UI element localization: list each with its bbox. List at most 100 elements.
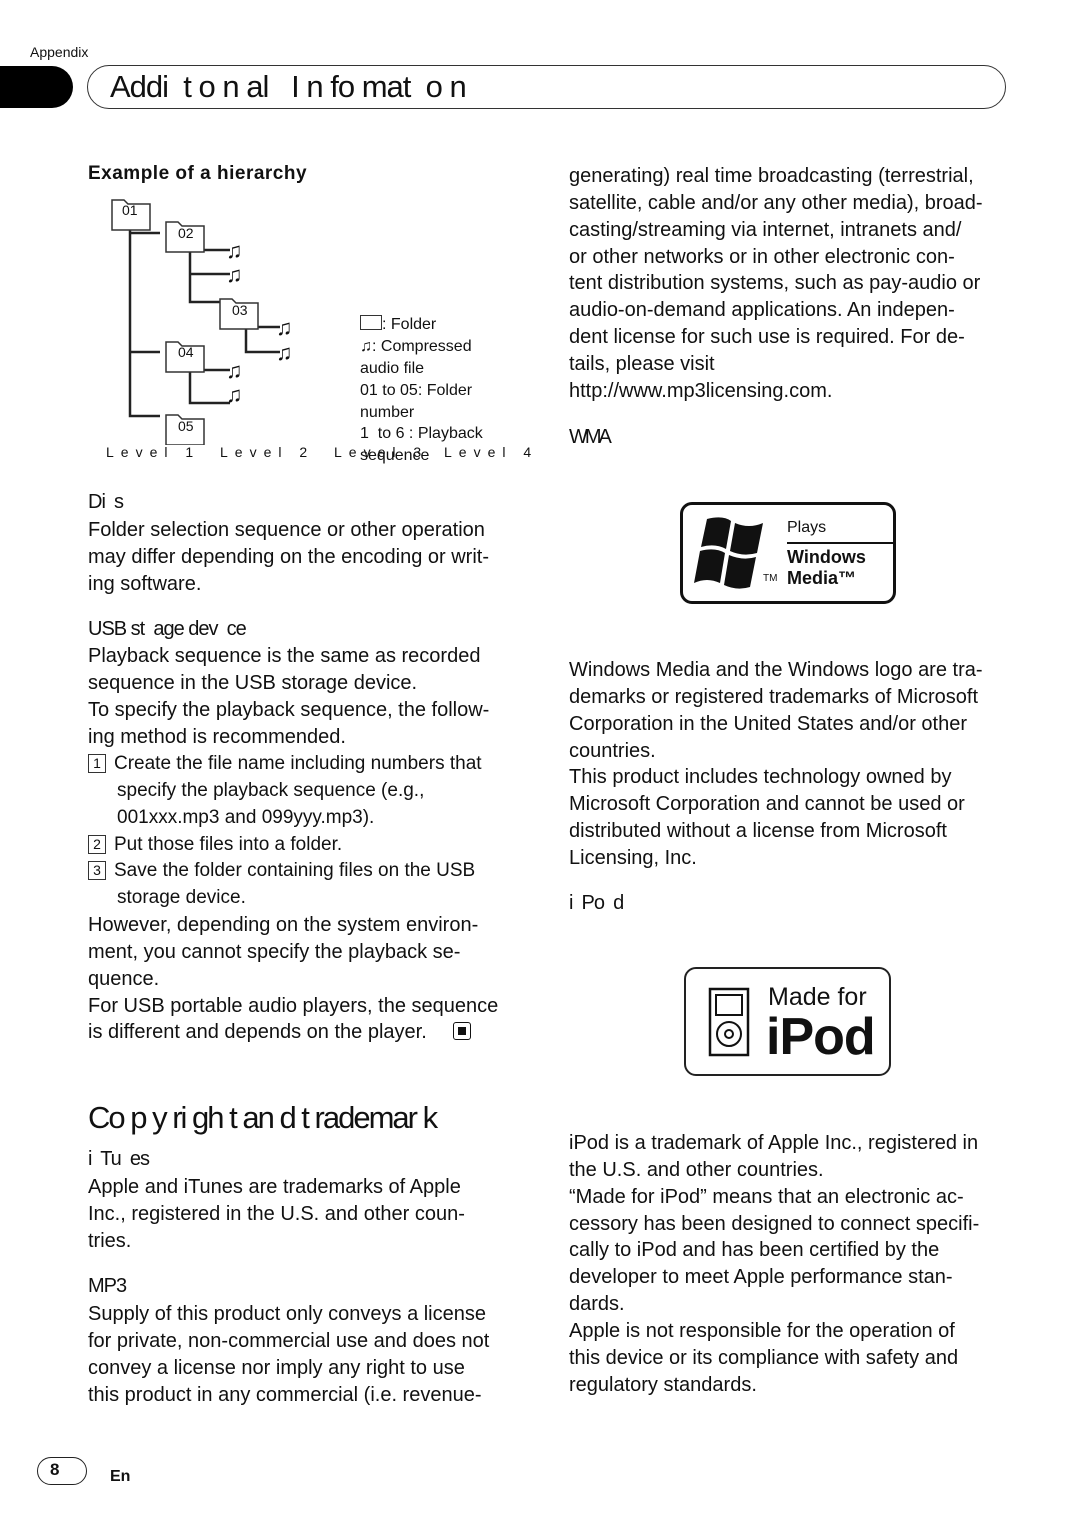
windows-flag-icon bbox=[694, 517, 763, 589]
text-line: cally to iPod and has been certified by … bbox=[569, 1239, 940, 1262]
folder-label-05: 05 bbox=[178, 418, 194, 434]
list-item: 3 Save the folder containing files on the… bbox=[88, 857, 475, 884]
legend-folder-text: : Folder bbox=[382, 316, 437, 333]
legend-numbers-2: number bbox=[360, 404, 415, 421]
text-line: distributed without a license from Micro… bbox=[569, 820, 947, 843]
text-line: satellite, cable and/or any other media)… bbox=[569, 191, 983, 214]
end-of-section-icon bbox=[453, 1022, 471, 1040]
folder-label-04: 04 bbox=[178, 344, 194, 360]
list-item: specify the playback sequence (e.g., bbox=[117, 779, 425, 801]
text-line: this product in any commercial (i.e. rev… bbox=[88, 1383, 482, 1406]
text-line: tent distribution systems, such as pay-a… bbox=[569, 272, 981, 295]
text-line: dent license for such use is required. F… bbox=[569, 326, 965, 349]
music-note-icon: ♫ bbox=[276, 340, 293, 365]
legend-audio-text: : Compressed bbox=[372, 338, 472, 355]
folder-icon bbox=[360, 315, 382, 330]
text-line: ing method is recommended. bbox=[88, 725, 346, 748]
text-line: or other networks or in other electronic… bbox=[569, 245, 955, 268]
text-line: For USB portable audio players, the sequ… bbox=[88, 994, 499, 1017]
level-label-1: Level 1 bbox=[106, 444, 201, 460]
text-line: To specify the playback sequence, the fo… bbox=[88, 698, 490, 721]
text-line: tails, please visit bbox=[569, 352, 715, 375]
logo-divider bbox=[787, 542, 893, 544]
text-line: regulatory standards. bbox=[569, 1373, 757, 1396]
text-line: this device or its compliance with safet… bbox=[569, 1346, 959, 1369]
text-line: cessory has been designed to connect spe… bbox=[569, 1212, 980, 1235]
windows-media-logo: TM Plays Windows Media™ bbox=[680, 502, 896, 604]
text-line: is different and depends on the player. bbox=[88, 1021, 427, 1044]
section-title: Co p y ri gh t an d t rademar k bbox=[88, 1100, 438, 1135]
folder-label-01: 01 bbox=[122, 202, 138, 218]
page-number-badge bbox=[37, 1457, 87, 1485]
text-line: audio-on-demand applications. An indepen… bbox=[569, 299, 955, 322]
logo-plays: Plays bbox=[787, 519, 827, 536]
legend-folder: : Folder bbox=[360, 314, 436, 336]
made-for-ipod-logo: Made for iPod bbox=[684, 967, 891, 1076]
heading-itunes: i Tu es bbox=[88, 1148, 150, 1170]
text-line: sequence in the USB storage device. bbox=[88, 671, 418, 694]
level-label-2: Level 2 bbox=[220, 444, 315, 460]
text-line: dards. bbox=[569, 1293, 625, 1316]
legend-numbers: 01 to 05: Folder bbox=[360, 382, 473, 399]
music-note-icon: ♫ bbox=[226, 262, 243, 287]
text-line: Inc., registered in the U.S. and other c… bbox=[88, 1202, 465, 1225]
text-line[interactable]: http://www.mp3licensing.com. bbox=[569, 378, 832, 405]
language-label: En bbox=[110, 1468, 131, 1485]
text-line: developer to meet Apple performance stan… bbox=[569, 1266, 953, 1289]
text-line: convey a license nor imply any right to … bbox=[88, 1356, 465, 1379]
list-item: 2 Put those files into a folder. bbox=[88, 831, 342, 858]
text-line: ing software. bbox=[88, 572, 202, 595]
logo-windows: Windows bbox=[787, 547, 866, 567]
text-line: Windows Media and the Windows logo are t… bbox=[569, 659, 983, 681]
folder-label-02: 02 bbox=[178, 225, 194, 241]
text-line: Supply of this product only conveys a li… bbox=[88, 1303, 486, 1325]
text-line: Folder selection sequence or other opera… bbox=[88, 519, 485, 541]
text-line: Licensing, Inc. bbox=[569, 846, 697, 869]
text-line: Apple and iTunes are trademarks of Apple bbox=[88, 1176, 461, 1198]
text-line: Corporation in the United States and/or … bbox=[569, 712, 968, 735]
music-note-icon: ♫ bbox=[226, 382, 243, 407]
step-number: 1 bbox=[88, 754, 106, 773]
page-number: 8 bbox=[50, 1460, 60, 1479]
list-item: storage device. bbox=[117, 887, 246, 909]
legend-sequence-2: sequence bbox=[360, 447, 430, 464]
music-note-icon: ♫ bbox=[226, 238, 243, 263]
text-line: However, depending on the system environ… bbox=[88, 914, 479, 936]
logo-ipod: iPod bbox=[766, 1008, 876, 1066]
text-line: for private, non-commercial use and does… bbox=[88, 1329, 490, 1352]
heading-mp3: MP3 bbox=[88, 1275, 127, 1297]
heading-wma: WMA bbox=[569, 426, 612, 448]
text-line: demarks or registered trademarks of Micr… bbox=[569, 685, 979, 708]
text-line: “Made for iPod” means that an electronic… bbox=[569, 1185, 964, 1208]
legend-audio-2: audio file bbox=[360, 360, 425, 377]
hierarchy-title: Example of a hierarchy bbox=[88, 163, 308, 184]
list-item: 001xxx.mp3 and 099yyy.mp3). bbox=[117, 806, 375, 828]
text-line: generating) real time broadcasting (terr… bbox=[569, 165, 974, 187]
hierarchy-diagram: ♫♫♫♫♫♫ bbox=[111, 199, 293, 445]
ipod-device-icon bbox=[708, 987, 750, 1057]
heading-usb: USB st age dev ce bbox=[88, 618, 247, 640]
logo-tm: TM bbox=[763, 573, 778, 584]
text-line: countries. bbox=[569, 739, 656, 762]
heading-ipod: i Po d bbox=[569, 892, 624, 914]
header-tab bbox=[0, 66, 73, 108]
folder-label-03: 03 bbox=[232, 302, 248, 318]
logo-media: Media™ bbox=[787, 568, 857, 588]
text-line: casting/streaming via internet, intranet… bbox=[569, 218, 962, 241]
text-line: Playback sequence is the same as recorde… bbox=[88, 645, 481, 667]
text-line: This product includes technology owned b… bbox=[569, 766, 952, 789]
music-note-icon: ♫ bbox=[226, 358, 243, 383]
heading-discs: Di s bbox=[88, 491, 124, 513]
list-item: 1 Create the file name including numbers … bbox=[88, 750, 482, 777]
text-line: iPod is a trademark of Apple Inc., regis… bbox=[569, 1132, 979, 1154]
text-line: may differ depending on the encoding or … bbox=[88, 545, 489, 568]
text-line: tries. bbox=[88, 1229, 132, 1252]
text-line: the U.S. and other countries. bbox=[569, 1158, 824, 1181]
text-line: Apple is not responsible for the operati… bbox=[569, 1319, 955, 1342]
legend-sequence: 1 to 6 : Playback bbox=[360, 425, 483, 442]
text-line: ment, you cannot specify the playback se… bbox=[88, 940, 461, 963]
music-note-icon: ♫ bbox=[276, 315, 293, 340]
music-note-icon: ♫ bbox=[360, 338, 372, 355]
legend-audio: ♫: Compressed bbox=[360, 336, 472, 358]
section-label: Appendix bbox=[30, 44, 89, 60]
